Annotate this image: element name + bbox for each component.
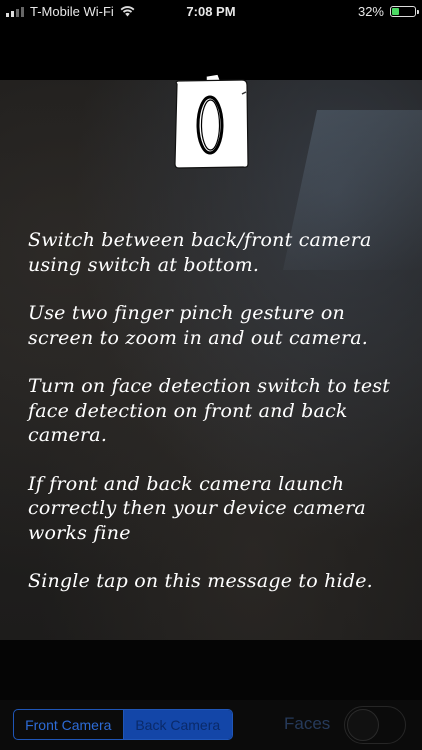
instructions-message[interactable]: Switch between back/front camera using s… — [28, 228, 403, 618]
message-paragraph: Use two finger pinch gesture on screen t… — [28, 302, 369, 349]
segment-back-camera[interactable]: Back Camera — [122, 710, 232, 739]
message-paragraph: Single tap on this message to hide. — [28, 570, 373, 592]
segment-front-camera[interactable]: Front Camera — [14, 710, 123, 739]
status-right: 32% — [357, 4, 419, 19]
switch-knob[interactable] — [347, 709, 379, 741]
battery-fill — [392, 8, 400, 15]
message-paragraph: If front and back camera launch correctl… — [28, 472, 366, 544]
preview-bottom-band — [0, 640, 422, 700]
camera-icon — [174, 73, 249, 169]
battery-icon — [390, 6, 419, 17]
status-bar: T-Mobile Wi-Fi 7:08 PM 32% — [0, 0, 422, 24]
faces-label: Faces — [284, 714, 331, 733]
faces-switch[interactable] — [344, 706, 406, 744]
message-paragraph: Turn on face detection switch to test fa… — [28, 375, 391, 446]
camera-segmented-control[interactable]: Front Camera Back Camera — [13, 709, 233, 740]
battery-percent: 32% — [357, 4, 384, 19]
message-paragraph: Switch between back/front camera using s… — [28, 229, 372, 276]
